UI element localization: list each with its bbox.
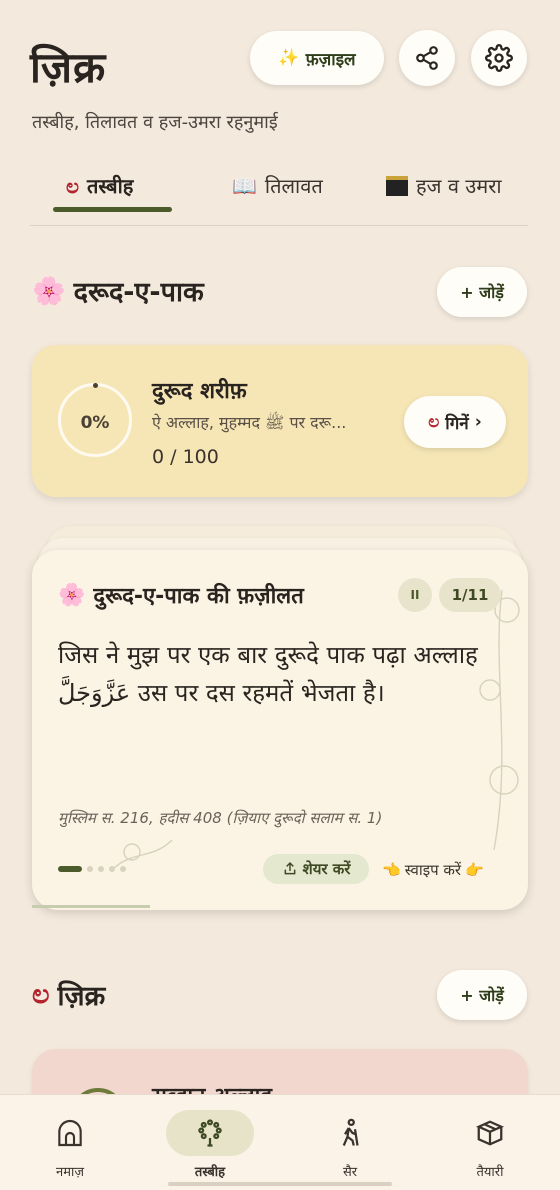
durood-section-title-text: दरूद-ए-पाक xyxy=(73,277,204,308)
durood-add-button[interactable]: + जोड़ें xyxy=(437,267,527,317)
tab-tilawat[interactable]: 📖 तिलावत xyxy=(232,172,323,199)
slide-dot-active[interactable] xyxy=(58,866,82,872)
fazilat-title: 🌸 दुरूद-ए-पाक की फ़ज़ीलत xyxy=(58,580,304,610)
gear-icon xyxy=(485,44,513,72)
nav-tasbih[interactable]: तस्बीह xyxy=(155,1110,265,1180)
nav-taiyari[interactable]: तैयारी xyxy=(435,1110,545,1180)
page-indicator: 1/11 xyxy=(439,578,501,612)
page-title: ज़िक्र xyxy=(30,43,107,92)
prayer-beads-icon: ಲ xyxy=(66,173,79,198)
open-book-icon: 📖 xyxy=(232,173,257,198)
home-indicator xyxy=(168,1182,392,1186)
nav-sair-pill xyxy=(306,1110,394,1156)
slide-dot[interactable] xyxy=(109,866,115,872)
progress-percent: 0% xyxy=(80,413,110,433)
upload-share-icon xyxy=(284,861,295,875)
fazail-label: फ़ज़ाइल xyxy=(305,49,356,70)
nav-tasbih-label: तस्बीह xyxy=(194,1165,226,1180)
active-tab-indicator xyxy=(53,207,172,212)
nav-taiyari-pill xyxy=(446,1110,534,1156)
hand-left-icon: 👈 xyxy=(382,861,401,879)
zikr-section-title: ಲ ज़िक्र xyxy=(32,976,105,1013)
tabs-divider xyxy=(30,225,528,226)
tasbih-card-subtitle: ऐ अल्लाह, मुहम्मद ﷺ पर दरू... xyxy=(152,413,347,432)
sparkles-icon: ✨ xyxy=(278,48,300,68)
nav-taiyari-label: तैयारी xyxy=(476,1165,504,1180)
tab-tilawat-label: तिलावत xyxy=(264,174,323,198)
prayer-beads-icon: ಲ xyxy=(428,412,440,432)
slide-dot[interactable] xyxy=(98,866,104,872)
share-icon xyxy=(416,46,438,70)
slide-dot[interactable] xyxy=(87,866,93,872)
swipe-hint: 👈 स्वाइप करें 👉 xyxy=(382,860,484,880)
box-icon xyxy=(475,1120,505,1146)
flower-icon: 🌸 xyxy=(32,275,66,307)
swipe-hint-label: स्वाइप करें xyxy=(404,861,462,879)
tasbih-card-count: 0 / 100 xyxy=(152,446,219,468)
durood-section-title: 🌸 दरूद-ए-पाक xyxy=(32,272,204,309)
flower-icon: 🌸 xyxy=(58,582,86,608)
kaaba-icon xyxy=(386,175,408,196)
zikr-section-title-text: ज़िक्र xyxy=(57,981,106,1012)
share-chip-button[interactable]: शेयर करें xyxy=(263,854,369,884)
fazilat-text: जिस ने मुझ पर एक बार दुरूदे पाक पढ़ा अल्… xyxy=(58,641,478,707)
walking-icon xyxy=(342,1118,359,1146)
tab-hajj-umrah[interactable]: हज व उमरा xyxy=(386,172,502,199)
nav-sair-label: सैर xyxy=(342,1165,358,1180)
share-chip-label: शेयर करें xyxy=(302,860,351,878)
slide-dots xyxy=(58,866,126,872)
nav-sair[interactable]: सैर xyxy=(295,1110,405,1180)
prayer-beads-icon: ಲ xyxy=(32,978,50,1010)
count-button[interactable]: ಲ गिनें › xyxy=(404,396,506,448)
nav-namaz[interactable]: नमाज़ xyxy=(15,1110,125,1180)
hand-right-icon: 👉 xyxy=(465,861,484,879)
fazilat-title-text: दुरूद-ए-पाक की फ़ज़ीलत xyxy=(93,584,304,609)
tab-tasbih-label: तस्बीह xyxy=(86,174,134,198)
nav-namaz-pill xyxy=(26,1110,114,1156)
fazilat-reference: मुस्लिम स. 216, हदीस 408 (ज़ियाए दुरूदो … xyxy=(58,809,383,827)
tab-tasbih[interactable]: ಲ तस्बीह xyxy=(66,172,133,199)
share-button[interactable] xyxy=(399,30,455,86)
tasbih-card-title: दुरूद शरीफ़ xyxy=(152,379,247,404)
settings-button[interactable] xyxy=(471,30,527,86)
nav-tasbih-pill xyxy=(166,1110,254,1156)
nav-namaz-label: नमाज़ xyxy=(55,1165,84,1180)
prayer-beads-icon xyxy=(198,1119,222,1147)
mosque-icon xyxy=(58,1120,82,1147)
autoplay-progress xyxy=(32,905,150,908)
zikr-add-button[interactable]: + जोड़ें xyxy=(437,970,527,1020)
chevron-right-icon: › xyxy=(474,412,482,432)
page-subtitle: तस्बीह, तिलावत व हज-उमरा रहनुमाई xyxy=(32,112,278,133)
count-button-label: गिनें xyxy=(445,413,469,434)
fazail-button[interactable]: ✨ फ़ज़ाइल xyxy=(250,31,384,85)
progress-ring-marker xyxy=(93,383,98,388)
slide-dot[interactable] xyxy=(120,866,126,872)
pause-button[interactable]: II xyxy=(398,578,432,612)
tab-hajj-label: हज व उमरा xyxy=(416,174,502,198)
